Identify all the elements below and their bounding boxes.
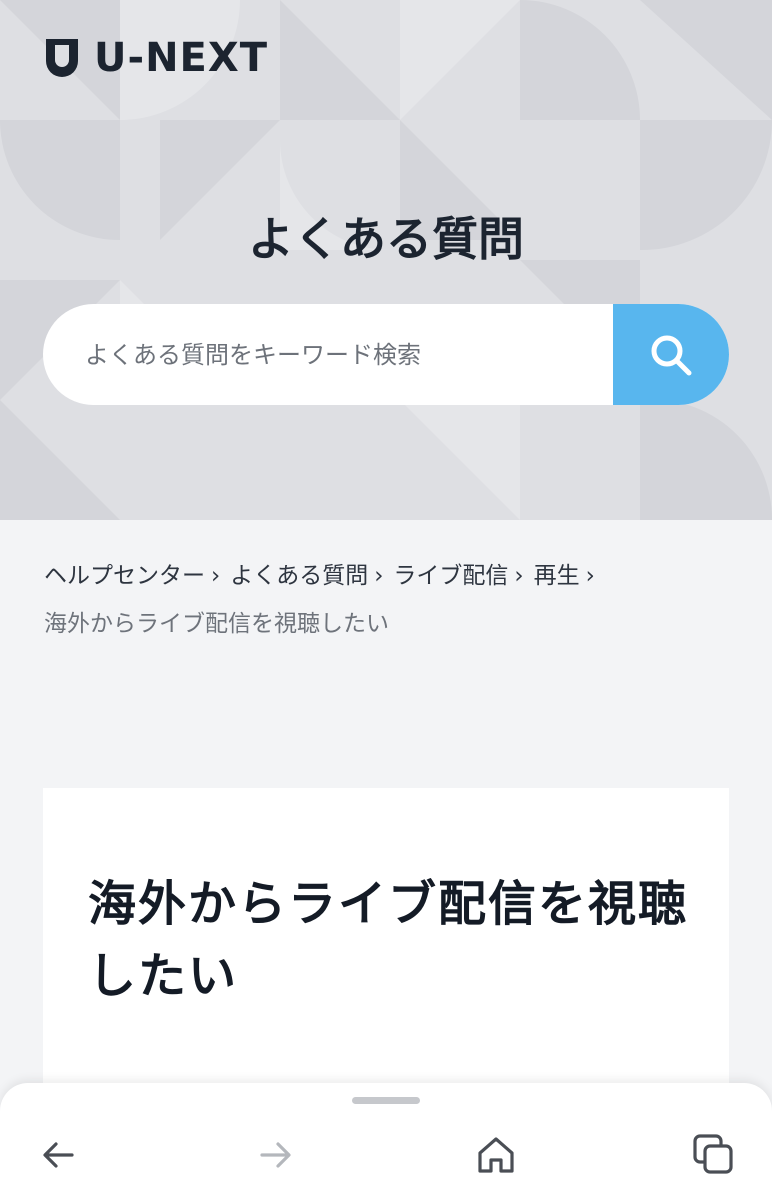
breadcrumb-separator: ›: [374, 563, 384, 589]
drag-handle[interactable]: [352, 1097, 420, 1104]
tabs-button[interactable]: [690, 1131, 738, 1179]
u-next-shield-icon: [46, 39, 78, 77]
article-card: 海外からライブ配信を視聴したい: [43, 788, 729, 1118]
back-button[interactable]: [34, 1131, 82, 1179]
brand-name: U-NEXT: [94, 35, 269, 81]
breadcrumb-current: 海外からライブ配信を視聴したい: [44, 611, 389, 637]
search-button[interactable]: [613, 304, 729, 405]
home-icon: [478, 1137, 514, 1173]
breadcrumb-link-faq[interactable]: よくある質問: [230, 563, 368, 589]
breadcrumb-separator: ›: [514, 563, 524, 589]
search-input[interactable]: [43, 304, 613, 405]
browser-toolbar: [0, 1083, 772, 1200]
back-arrow-icon: [43, 1142, 74, 1168]
page-title: よくある質問: [248, 212, 524, 266]
breadcrumb-separator: ›: [211, 563, 221, 589]
home-button[interactable]: [472, 1131, 520, 1179]
search-bar: [43, 304, 729, 405]
breadcrumb-link-playback[interactable]: 再生: [534, 563, 580, 589]
breadcrumb-link-help-center[interactable]: ヘルプセンター: [44, 563, 205, 589]
article-title: 海外からライブ配信を視聴したい: [88, 876, 689, 1004]
search-icon: [651, 335, 692, 375]
breadcrumb: ヘルプセンター › よくある質問 › ライブ配信 › 再生 › 海外からライブ配信を視聴したい: [44, 552, 734, 648]
tabs-icon: [693, 1134, 733, 1174]
breadcrumb-separator: ›: [585, 563, 595, 589]
forward-arrow-icon: [260, 1142, 291, 1168]
brand-logo[interactable]: U-NEXT: [44, 36, 268, 80]
breadcrumb-link-live[interactable]: ライブ配信: [393, 563, 508, 589]
hero-header: U-NEXT よくある質問: [0, 0, 772, 520]
forward-button[interactable]: [252, 1131, 300, 1179]
